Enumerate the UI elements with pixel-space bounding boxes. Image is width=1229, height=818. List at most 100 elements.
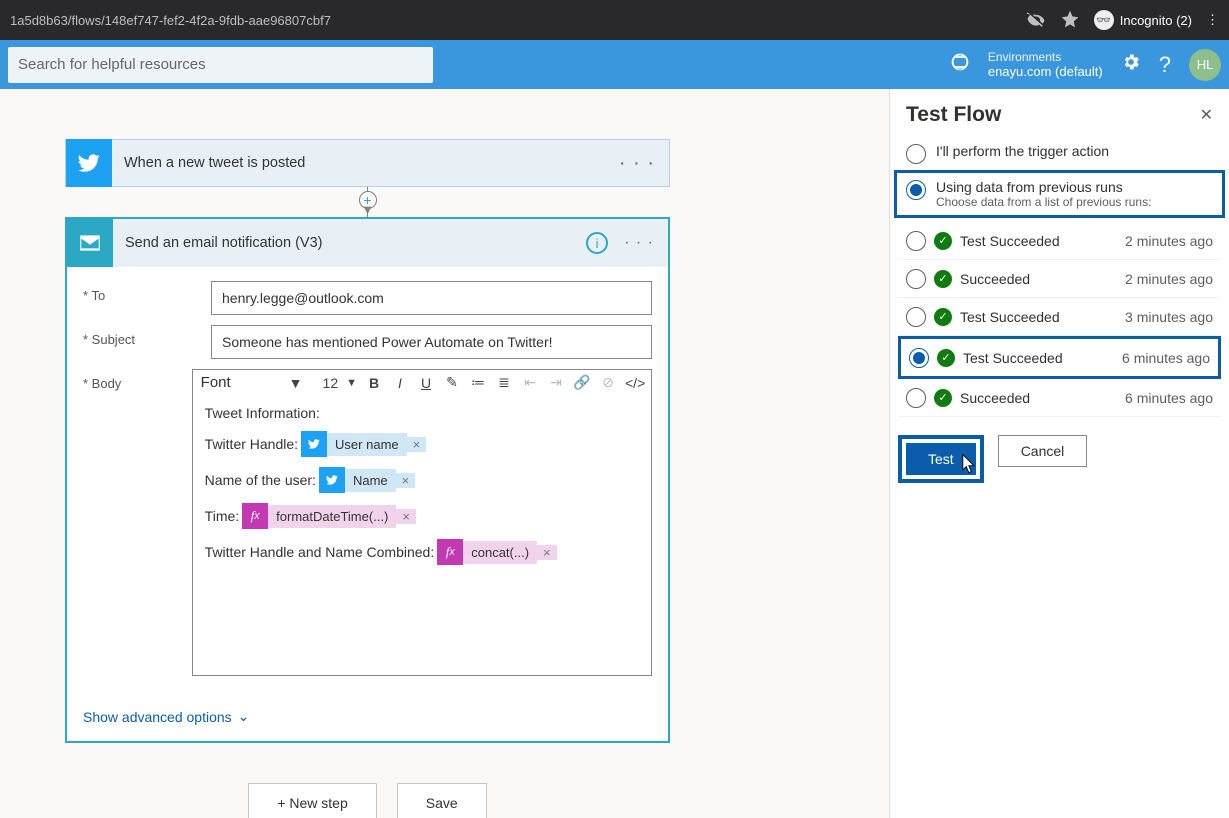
incognito-badge[interactable]: 👓 Incognito (2) (1094, 10, 1192, 30)
run-row[interactable]: ✓Succeeded6 minutes ago (898, 379, 1221, 417)
test-button[interactable]: Test (906, 443, 976, 475)
bold-icon[interactable]: B (365, 375, 383, 391)
unlink-icon[interactable]: ⊘ (599, 374, 617, 391)
remove-token-icon[interactable]: × (407, 437, 427, 452)
run-row[interactable]: ✓ Test Succeeded 2 minutes ago (898, 222, 1221, 260)
trigger-more-icon[interactable]: · · · (605, 152, 669, 175)
number-list-icon[interactable]: ≣ (495, 374, 513, 391)
body-time-label: Time: (205, 508, 239, 524)
test-flow-panel: Test Flow ✕ I'll perform the trigger act… (889, 89, 1229, 818)
codeview-icon[interactable]: </> (625, 375, 643, 391)
radio-icon (906, 231, 926, 251)
rte-toolbar: Font ▼ 12 ▼ B I U ✎ ≔ ≣ ⇤ (193, 370, 651, 395)
twitter-icon (301, 431, 327, 457)
close-icon[interactable]: ✕ (1200, 105, 1213, 125)
token-name[interactable]: Name × (319, 467, 415, 493)
outdent-icon[interactable]: ⇤ (521, 374, 539, 391)
token-formatdatetime[interactable]: fx formatDateTime(...) × (242, 503, 416, 529)
run-time: 6 minutes ago (1125, 390, 1213, 406)
bullet-list-icon[interactable]: ≔ (469, 374, 487, 391)
test-button-label: Test (928, 451, 954, 467)
token-concat[interactable]: fx concat(...) × (437, 539, 556, 565)
run-label: Test Succeeded (960, 309, 1060, 325)
action-more-icon[interactable]: · · · (624, 234, 654, 252)
trigger-card[interactable]: When a new tweet is posted · · · (65, 139, 670, 187)
action-header[interactable]: Send an email notification (V3) i · · · (67, 219, 668, 267)
run-row[interactable]: ✓Test Succeeded6 minutes ago (898, 336, 1221, 379)
advanced-label: Show advanced options (83, 709, 232, 725)
search-input[interactable]: Search for helpful resources (8, 47, 433, 83)
twitter-icon (66, 139, 112, 187)
run-label: Test Succeeded (963, 350, 1063, 366)
radio-subtext: Choose data from a list of previous runs… (936, 195, 1151, 209)
flow-canvas: When a new tweet is posted · · · + ▼ Sen… (0, 89, 889, 818)
test-button-highlight: Test (898, 435, 984, 483)
fx-icon: fx (242, 503, 268, 529)
run-time: 2 minutes ago (1125, 271, 1213, 287)
help-icon[interactable]: ? (1159, 52, 1171, 78)
action-card: Send an email notification (V3) i · · · … (65, 217, 670, 743)
settings-gear-icon[interactable] (1121, 52, 1141, 77)
link-icon[interactable]: 🔗 (573, 374, 591, 391)
size-select[interactable]: 12 (323, 375, 339, 391)
connector: + ▼ (65, 187, 670, 217)
to-input[interactable] (211, 281, 652, 315)
advanced-options-toggle[interactable]: Show advanced options ⌄ (67, 698, 668, 741)
panel-title: Test Flow (906, 103, 1200, 127)
save-button[interactable]: Save (397, 783, 487, 818)
cursor-icon (962, 453, 979, 475)
indent-icon[interactable]: ⇥ (547, 374, 565, 391)
run-row[interactable]: ✓Succeeded2 minutes ago (898, 260, 1221, 298)
check-icon: ✓ (934, 232, 952, 250)
run-time: 2 minutes ago (1125, 233, 1213, 249)
run-label: Test Succeeded (960, 233, 1060, 249)
italic-icon[interactable]: I (391, 375, 409, 391)
token-username[interactable]: User name × (301, 431, 426, 457)
eye-off-icon[interactable] (1026, 9, 1046, 32)
label-to: To (83, 281, 211, 303)
check-icon: ✓ (937, 349, 955, 367)
remove-token-icon[interactable]: × (537, 545, 557, 560)
font-dropdown-icon[interactable]: ▼ (289, 375, 303, 391)
subject-input[interactable] (211, 325, 652, 359)
fx-icon: fx (437, 539, 463, 565)
env-name: enayu.com (default) (988, 64, 1103, 80)
run-label: Succeeded (960, 390, 1030, 406)
star-icon[interactable] (1060, 9, 1080, 32)
size-dropdown-icon[interactable]: ▼ (346, 377, 357, 389)
radio-previous[interactable]: Using data from previous runs Choose dat… (894, 170, 1225, 218)
remove-token-icon[interactable]: × (396, 473, 416, 488)
rte-body[interactable]: Tweet Information: Twitter Handle: User … (193, 395, 651, 675)
radio-manual[interactable]: I'll perform the trigger action (890, 137, 1229, 170)
font-select[interactable]: Font (201, 374, 281, 391)
overflow-icon[interactable]: ⋮ (1206, 12, 1219, 28)
environment-picker[interactable]: Environments enayu.com (default) (988, 50, 1103, 80)
radio-icon (906, 144, 926, 164)
radio-icon (909, 348, 929, 368)
token-label: Name (345, 469, 396, 492)
twitter-icon (319, 467, 345, 493)
cancel-button[interactable]: Cancel (998, 435, 1088, 467)
remove-token-icon[interactable]: × (396, 509, 416, 524)
body-intro: Tweet Information: (205, 405, 320, 421)
radio-icon (906, 180, 926, 200)
run-row[interactable]: ✓ Test Succeeded 3 minutes ago (898, 298, 1221, 336)
token-label: User name (327, 433, 407, 456)
incognito-label: Incognito (2) (1120, 13, 1192, 28)
environment-icon[interactable] (950, 52, 970, 77)
radio-label: Using data from previous runs (936, 179, 1151, 195)
highlight-icon[interactable]: ✎ (443, 374, 461, 391)
mail-icon (67, 219, 113, 267)
new-step-button[interactable]: + New step (248, 783, 376, 818)
body-handle-label: Twitter Handle: (205, 436, 298, 452)
info-icon[interactable]: i (586, 232, 608, 254)
search-placeholder: Search for helpful resources (18, 56, 206, 73)
body-name-label: Name of the user: (205, 472, 316, 488)
env-label: Environments (988, 50, 1103, 64)
token-label: formatDateTime(...) (268, 505, 396, 528)
action-title: Send an email notification (V3) (113, 235, 572, 251)
avatar[interactable]: HL (1189, 49, 1221, 81)
underline-icon[interactable]: U (417, 375, 435, 391)
run-time: 3 minutes ago (1125, 309, 1213, 325)
check-icon: ✓ (934, 308, 952, 326)
